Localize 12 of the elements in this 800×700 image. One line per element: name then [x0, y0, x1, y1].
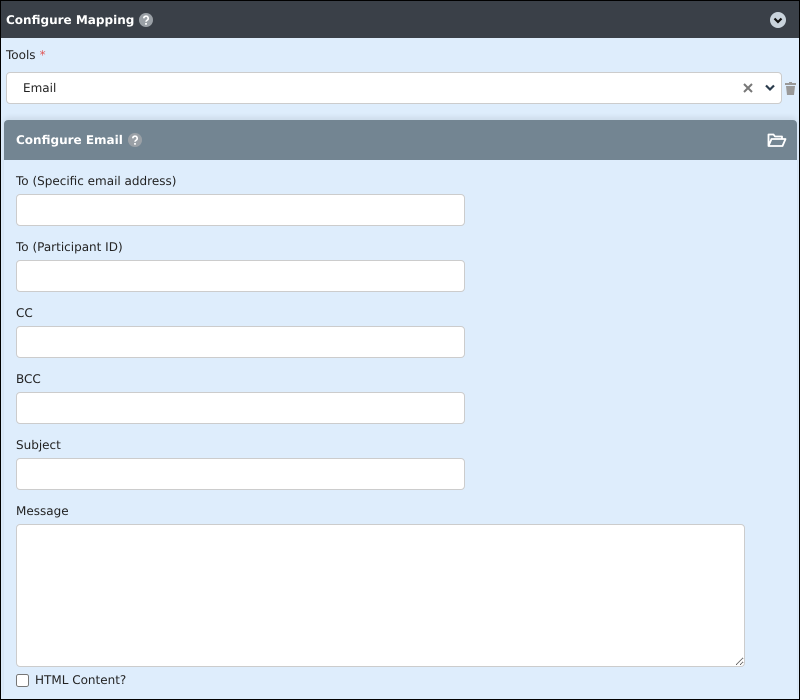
- tools-select[interactable]: Email: [6, 72, 782, 104]
- field-label: To (Specific email address): [16, 174, 178, 190]
- panel-title: Configure Mapping: [6, 12, 134, 26]
- field-label: Message: [16, 504, 70, 520]
- subpanel-title: Configure Email: [16, 133, 123, 147]
- field-label: CC: [16, 306, 34, 322]
- field-label: Subject: [16, 438, 62, 454]
- field-label: To (Participant ID): [16, 240, 124, 256]
- checkbox-label: HTML Content?: [35, 673, 126, 687]
- required-mark: *: [40, 48, 46, 62]
- field-label: BCC: [16, 372, 42, 388]
- field-label: Tools: [6, 48, 36, 62]
